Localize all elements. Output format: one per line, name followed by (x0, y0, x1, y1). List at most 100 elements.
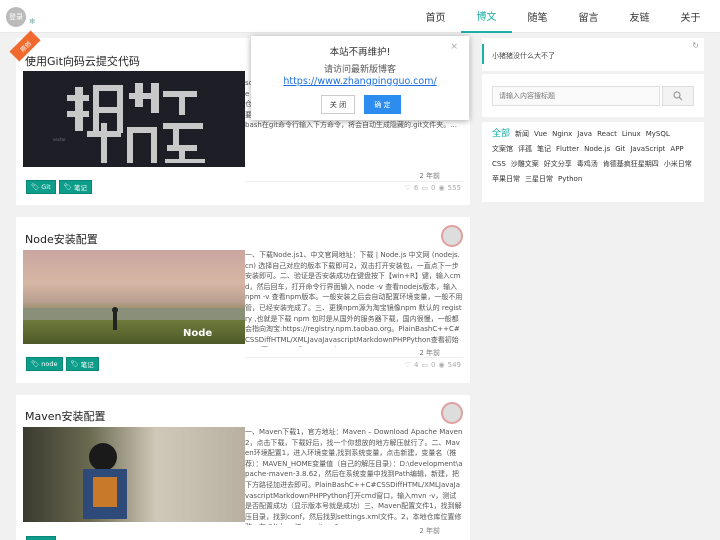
tag-apple[interactable]: 苹果日常 (492, 172, 520, 187)
tag-javascript[interactable]: JavaScript (630, 142, 665, 157)
article-tags: 🏷 Git 🏷 笔记 (26, 180, 92, 194)
tag-label: Git (41, 183, 51, 191)
nav-essays[interactable]: 随笔 (512, 0, 563, 33)
notice-modal: × 本站不再维护! 请访问最新版博客 https://www.zhangping… (251, 36, 469, 120)
modal-title: 本站不再维护! (329, 47, 391, 58)
search-icon (673, 91, 683, 101)
tag-copywriting[interactable]: 文案馆 (492, 142, 513, 157)
article-tags: 🏷 node 🏷 笔记 (26, 357, 99, 371)
main-nav: 首页 博文 随笔 留言 友链 关于 (410, 0, 720, 33)
tag-icon: 🏷 (31, 360, 40, 368)
comment-icon: ▭ (421, 361, 429, 369)
nav-about[interactable]: 关于 (665, 0, 716, 33)
tag-java[interactable]: Java (577, 127, 592, 142)
divider (245, 181, 463, 182)
article-title[interactable]: Maven安装配置 (25, 408, 105, 424)
eye-icon: ◉ (438, 361, 445, 369)
login-avatar[interactable]: 登录 (6, 7, 26, 27)
snowflake-icon: ❄ (29, 17, 36, 26)
tag-icon: 🏷 (63, 183, 72, 191)
nav-blog[interactable]: 博文 (461, 0, 512, 33)
divider (245, 357, 463, 358)
tag-chip[interactable] (26, 536, 56, 540)
tag-mysql[interactable]: MySQL (646, 127, 670, 142)
tag-react[interactable]: React (597, 127, 617, 142)
article-card[interactable]: Maven安装配置 一、Maven下载1，官方地址：Maven – Downlo… (16, 395, 470, 540)
view-count: 549 (447, 361, 461, 369)
article-tags (26, 536, 56, 540)
tag-good-share[interactable]: 好文分享 (544, 157, 572, 172)
nav-home[interactable]: 首页 (410, 0, 461, 33)
tag-funny-copy[interactable]: 沙雕文案 (511, 157, 539, 172)
tag-nginx[interactable]: Nginx (552, 127, 572, 142)
modal-ok-button[interactable]: 确 定 (364, 95, 401, 114)
article-title[interactable]: 使用Git向码云提交代码 (25, 53, 140, 69)
nav-guestbook[interactable]: 留言 (563, 0, 614, 33)
tag-app[interactable]: APP (670, 142, 683, 157)
tag-label: 笔记 (73, 184, 87, 192)
comment-count: 0 (431, 184, 436, 192)
comment-icon: ▭ (421, 184, 429, 192)
login-label: 登录 (9, 13, 23, 21)
article-cover-image[interactable]: Node (23, 250, 245, 344)
article-date: 2 年前 (419, 172, 440, 180)
article-cover-image[interactable] (23, 427, 245, 522)
new-blog-link[interactable]: https://www.zhangpingguo.com/ (251, 76, 469, 87)
article-cover-image[interactable]: vector (23, 71, 245, 167)
tag-css[interactable]: CSS (492, 157, 506, 172)
tag-all[interactable]: 全部 (492, 127, 510, 142)
tag-chip[interactable]: 🏷 node (26, 357, 63, 371)
search-input[interactable] (492, 86, 660, 106)
tag-icon: 🏷 (70, 360, 79, 368)
tag-notes[interactable]: 笔记 (537, 142, 551, 157)
tag-label: 笔记 (80, 361, 94, 369)
tag-linux[interactable]: Linux (622, 127, 641, 142)
top-header: 登录 ❄ 首页 博文 随笔 留言 友链 关于 (0, 0, 720, 33)
tag-label: node (41, 360, 58, 368)
article-excerpt: 一、下载Node.js1、中文官网地址：下载 | Node.js 中文网 (no… (245, 251, 463, 347)
notice-box: 小猪猪没什么大不了 ↻ (482, 38, 704, 71)
article-card[interactable]: Node安装配置 Node 一、下载Node.js1、中文官网地址：下载 | N… (16, 217, 470, 383)
modal-close-button[interactable]: 关 闭 (321, 95, 355, 114)
tag-chip[interactable]: 🏷 笔记 (58, 180, 92, 194)
author-avatar[interactable] (441, 225, 463, 247)
tag-chip[interactable]: 🏷 笔记 (65, 357, 99, 371)
notice-accent-bar (482, 44, 484, 64)
tag-chicken-soup[interactable]: 毒鸡汤 (577, 157, 598, 172)
tag-chip[interactable]: 🏷 Git (26, 180, 56, 194)
tag-python[interactable]: Python (558, 172, 582, 187)
nav-friend-links[interactable]: 友链 (614, 0, 665, 33)
cover-graphic: vector (53, 83, 205, 163)
tag-cloud-box: 全部 新闻 Vue Nginx Java React Linux MySQL 文案馆 评孤 笔记 Fl… (482, 122, 704, 202)
article-title[interactable]: Node安装配置 (25, 231, 98, 247)
tag-flutter[interactable]: Flutter (556, 142, 579, 157)
cover-graphic (83, 443, 127, 519)
heart-icon: ♡ (404, 361, 411, 369)
eye-icon: ◉ (438, 184, 445, 192)
cover-graphic: Node (23, 307, 245, 339)
tag-nodejs[interactable]: Node.js (584, 142, 610, 157)
tag-news[interactable]: 新闻 (515, 127, 529, 142)
article-excerpt: 一、Maven下载1，官方地址：Maven – Download Apache … (245, 428, 463, 525)
heart-icon: ♡ (404, 184, 411, 192)
refresh-icon[interactable]: ↻ (692, 41, 699, 50)
tag-kfc-thursday[interactable]: 肯德基疯狂星期四 (603, 157, 659, 172)
tag-samsung[interactable]: 三星日常 (525, 172, 553, 187)
tag-git[interactable]: Git (615, 142, 625, 157)
search-button[interactable] (662, 86, 694, 106)
article-date: 2 年前 (419, 527, 440, 535)
notice-text: 小猪猪没什么大不了 (492, 52, 555, 60)
tag-review[interactable]: 评孤 (518, 142, 532, 157)
modal-message: 请访问最新版博客 (323, 65, 396, 75)
tag-cloud: 全部 新闻 Vue Nginx Java React Linux MySQL 文案馆 评孤 笔记 Fl… (492, 127, 697, 187)
svg-text:vector: vector (53, 137, 66, 142)
comment-count: 0 (431, 361, 436, 369)
tag-vue[interactable]: Vue (534, 127, 547, 142)
search-box (482, 74, 704, 117)
svg-text:Node: Node (183, 328, 212, 339)
tag-xiaomi[interactable]: 小米日常 (664, 157, 692, 172)
like-count: 4 (413, 361, 419, 369)
like-count: 6 (413, 184, 419, 192)
author-avatar[interactable] (441, 402, 463, 424)
tag-icon: 🏷 (31, 183, 40, 191)
